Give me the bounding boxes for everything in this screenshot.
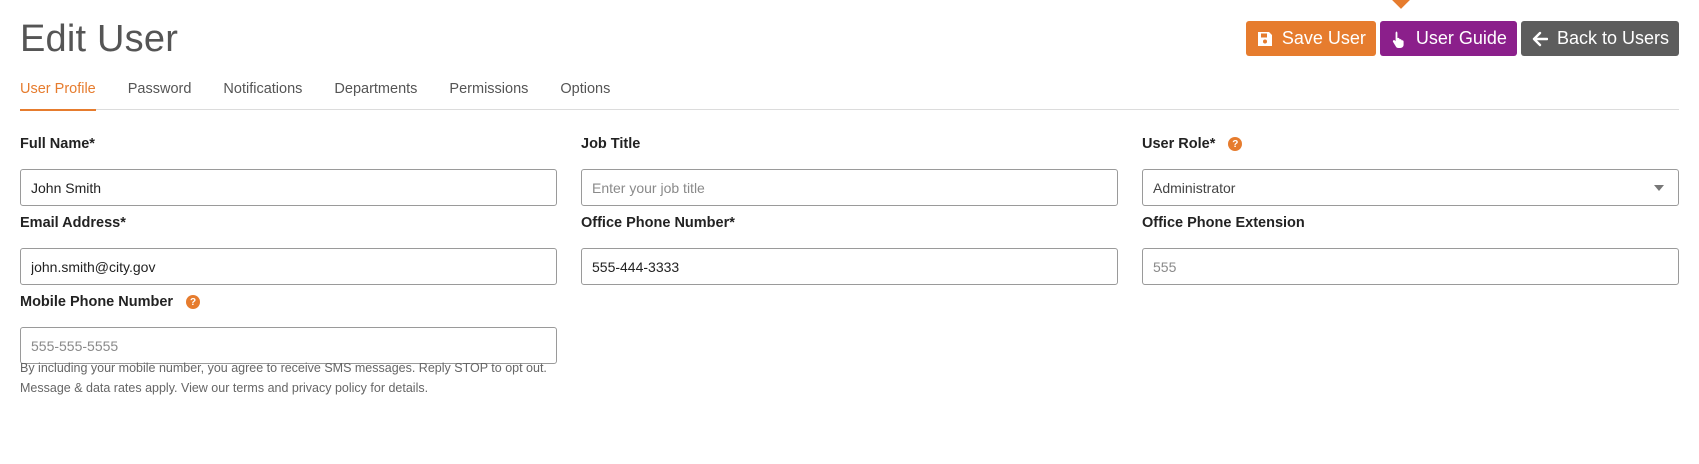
user-role-label: User Role* xyxy=(1142,136,1216,152)
mobile-phone-label: Mobile Phone Number xyxy=(20,294,174,310)
mobile-phone-group: Mobile Phone Number ? xyxy=(20,292,557,364)
email-label: Email Address* xyxy=(20,215,126,231)
sms-notice-line-2: Message & data rates apply. View our ter… xyxy=(20,381,429,395)
tab-user-profile[interactable]: User Profile xyxy=(20,68,112,111)
user-role-label-row: User Role* ? xyxy=(1142,134,1679,154)
header-actions: Save User User Guide Back to Users xyxy=(1245,21,1679,56)
user-guide-button[interactable]: User Guide xyxy=(1379,21,1517,56)
question-circle-icon[interactable]: ? xyxy=(1228,137,1243,151)
office-extension-input[interactable] xyxy=(1142,248,1679,285)
save-user-label: Save User xyxy=(1281,28,1366,48)
full-name-label: Full Name* xyxy=(20,136,95,152)
arrow-left-icon xyxy=(1531,30,1549,48)
profile-tabs: User Profile Password Notifications Depa… xyxy=(20,68,1679,111)
mobile-phone-label-row: Mobile Phone Number ? xyxy=(20,292,557,312)
user-role-group: User Role* ? Administrator xyxy=(1142,134,1679,206)
user-role-select[interactable]: Administrator xyxy=(1142,169,1679,206)
chevron-down-icon xyxy=(1654,184,1664,191)
tab-password[interactable]: Password xyxy=(112,68,208,110)
job-title-input[interactable] xyxy=(581,169,1118,206)
question-circle-icon[interactable]: ? xyxy=(186,295,201,309)
sms-notice-line-1: By including your mobile number, you agr… xyxy=(20,361,547,375)
office-phone-group: Office Phone Number* xyxy=(581,213,1118,285)
tab-permissions[interactable]: Permissions xyxy=(433,68,544,110)
tab-departments[interactable]: Departments xyxy=(318,68,433,110)
tab-options[interactable]: Options xyxy=(544,68,626,110)
office-extension-group: Office Phone Extension xyxy=(1142,213,1679,285)
user-role-value: Administrator xyxy=(1153,179,1236,196)
job-title-group: Job Title xyxy=(581,134,1118,206)
save-user-button[interactable]: Save User xyxy=(1245,21,1376,56)
tab-notifications[interactable]: Notifications xyxy=(207,68,318,110)
email-input[interactable] xyxy=(20,248,557,285)
page-title: Edit User xyxy=(20,18,179,60)
email-group: Email Address* xyxy=(20,213,557,285)
office-phone-input[interactable] xyxy=(581,248,1118,285)
full-name-group: Full Name* xyxy=(20,134,557,206)
office-phone-label: Office Phone Number* xyxy=(581,215,735,231)
pointing-hand-icon xyxy=(1390,30,1408,48)
back-to-users-label: Back to Users xyxy=(1556,28,1669,48)
full-name-input[interactable] xyxy=(20,169,557,206)
floppy-disk-icon xyxy=(1256,30,1274,48)
user-guide-label: User Guide xyxy=(1415,28,1507,48)
office-extension-label: Office Phone Extension xyxy=(1142,215,1305,231)
active-indicator-caret xyxy=(1391,0,1411,9)
back-to-users-button[interactable]: Back to Users xyxy=(1520,21,1679,56)
sms-consent-notice: By including your mobile number, you agr… xyxy=(20,358,580,398)
job-title-label: Job Title xyxy=(581,136,641,152)
